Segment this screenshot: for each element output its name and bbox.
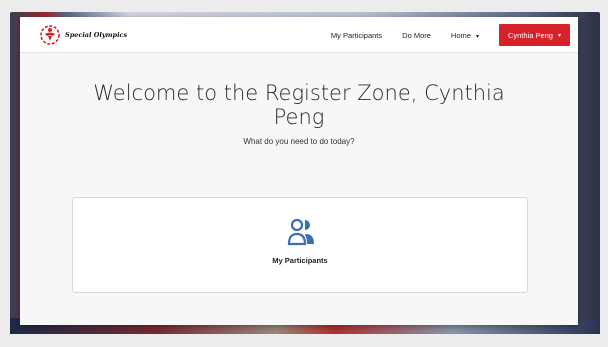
brand-name: Special Olympics bbox=[65, 30, 128, 39]
top-navbar: Special Olympics My Participants Do More… bbox=[20, 17, 578, 53]
special-olympics-logo-icon bbox=[40, 24, 60, 45]
page-subtitle: What do you need to do today? bbox=[243, 137, 355, 146]
nav-link-label: My Participants bbox=[330, 30, 383, 40]
brand-logo[interactable]: Special Olympics bbox=[38, 24, 127, 46]
app-window: Special Olympics My Participants Do More… bbox=[20, 17, 578, 325]
nav-link-my-participants[interactable]: My Participants bbox=[331, 31, 382, 40]
welcome-heading: Welcome to the Register Zone, Cynthia Pe… bbox=[93, 81, 505, 129]
card-my-participants[interactable]: My Participants bbox=[72, 197, 528, 293]
nav-link-home-dropdown[interactable]: Home ▾ bbox=[451, 31, 479, 40]
page-title: Welcome to the Register Zone, Cynthia Pe… bbox=[20, 81, 578, 129]
nav-link-do-more[interactable]: Do More bbox=[402, 31, 431, 40]
card-label: My Participants bbox=[272, 256, 328, 265]
nav-link-label: Do More bbox=[402, 30, 431, 40]
users-icon bbox=[287, 218, 314, 246]
chevron-down-icon: ▾ bbox=[475, 33, 479, 40]
chevron-down-icon: ▾ bbox=[557, 32, 561, 39]
user-name-label: Cynthia Peng bbox=[507, 30, 553, 40]
nav-links: My Participants Do More Home ▾ Cynthia Pe… bbox=[331, 17, 578, 53]
user-menu-button[interactable]: Cynthia Peng ▾ bbox=[498, 24, 570, 46]
nav-link-label: Home bbox=[450, 30, 471, 40]
